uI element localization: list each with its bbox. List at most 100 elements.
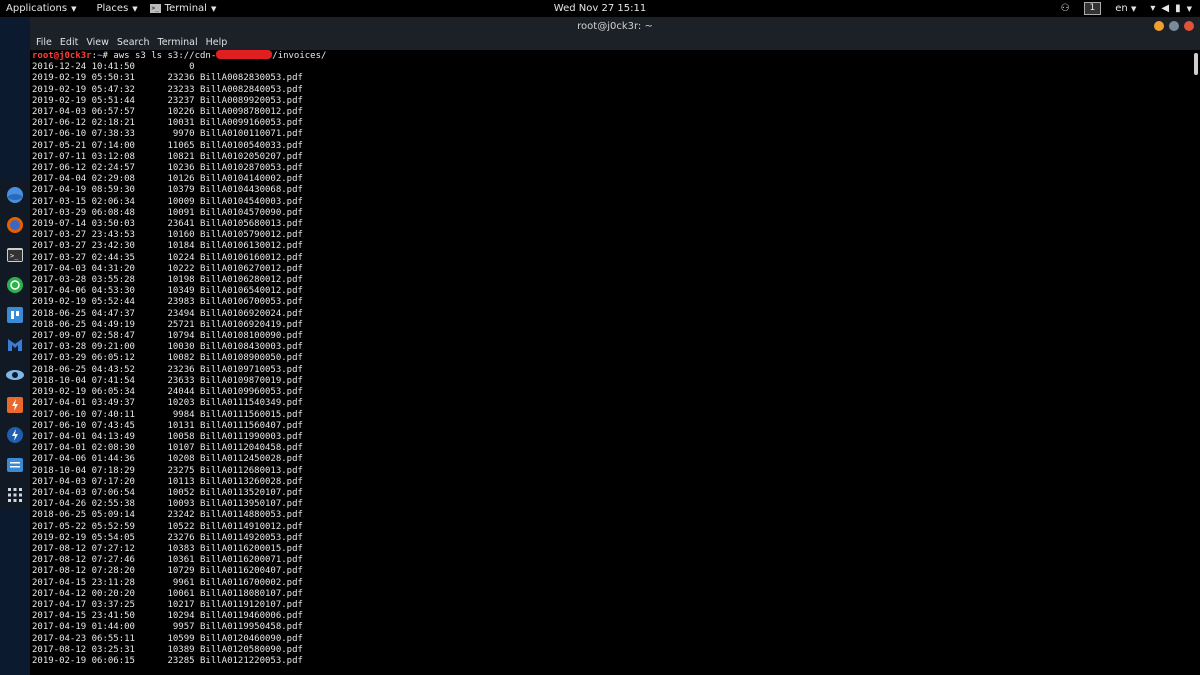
row-size: 23236	[134, 73, 195, 84]
volume-icon: ◀	[1161, 3, 1170, 14]
row-date: 2017-04-12 00:20:20	[32, 588, 135, 599]
row-date: 2017-05-22 05:52:59	[32, 521, 135, 532]
row-size: 0	[134, 62, 195, 73]
prompt-user: root@j0ck3r	[32, 51, 92, 61]
row-size: 9957	[134, 622, 195, 633]
row-filename: BillA0116200015.pdf	[194, 543, 303, 554]
window-menubar: File Edit View Search Terminal Help	[30, 35, 1200, 50]
row-date: 2017-04-26 02:55:38	[32, 499, 135, 510]
terminal-output[interactable]: root@j0ck3r:~# aws s3 ls s3://cdn-/invoi…	[30, 50, 1194, 675]
row-size: 10208	[134, 454, 195, 465]
menu-terminal[interactable]: Terminal	[158, 37, 198, 48]
listing-row: 2019-02-19 05:52:44 23983 BillA010670005…	[32, 297, 1194, 308]
maximize-button[interactable]	[1169, 21, 1179, 31]
workspace-indicator[interactable]: 1	[1083, 2, 1102, 15]
row-filename: BillA0121220053.pdf	[194, 655, 303, 666]
menu-search[interactable]: Search	[117, 37, 150, 48]
row-size: 23641	[134, 219, 195, 230]
row-date: 2018-06-25 04:43:52	[32, 364, 135, 375]
row-filename: BillA0116700002.pdf	[194, 577, 303, 588]
network-users-icon[interactable]: ⚇	[1061, 3, 1070, 14]
row-size: 10082	[134, 353, 195, 364]
row-date: 2017-05-21 07:14:00	[32, 140, 135, 151]
row-filename: BillA0120580090.pdf	[194, 644, 303, 655]
window-titlebar[interactable]: root@j0ck3r: ~	[30, 17, 1200, 35]
dock-item-settings[interactable]	[0, 450, 30, 480]
listing-row: 2017-04-03 06:57:57 10226 BillA009878001…	[32, 107, 1194, 118]
row-filename: BillA0109960053.pdf	[194, 387, 303, 398]
row-filename: BillA0108430003.pdf	[194, 342, 303, 353]
dock-item-app-grid[interactable]	[0, 480, 30, 510]
row-filename: BillA0104540003.pdf	[194, 196, 303, 207]
row-date: 2018-10-04 07:41:54	[32, 375, 135, 386]
dock-item-firefox[interactable]	[0, 210, 30, 240]
menu-edit[interactable]: Edit	[60, 37, 78, 48]
terminal-label: Terminal	[164, 3, 207, 14]
window-title: root@j0ck3r: ~	[577, 20, 653, 32]
scrollbar[interactable]	[1192, 50, 1200, 675]
menu-file[interactable]: File	[36, 37, 52, 48]
row-filename: BillA0100540033.pdf	[194, 140, 303, 151]
row-size: 23237	[134, 95, 195, 106]
listing-row: 2017-04-23 06:55:11 10599 BillA012046009…	[32, 634, 1194, 645]
dock-item-terminal[interactable]: >_	[0, 240, 30, 270]
row-date: 2017-09-07 02:58:47	[32, 331, 135, 342]
applications-menu[interactable]: Applications ▼	[0, 0, 82, 17]
row-date: 2017-06-10 07:43:45	[32, 420, 135, 431]
applications-label: Applications	[6, 3, 68, 14]
minimize-button[interactable]	[1154, 21, 1164, 31]
terminal-app-menu[interactable]: >_ Terminal ▼	[144, 0, 223, 17]
dock-item-burp[interactable]	[0, 390, 30, 420]
row-size: 10091	[134, 207, 195, 218]
row-size: 10729	[134, 566, 195, 577]
prompt-hash: #	[102, 51, 114, 61]
close-button[interactable]	[1184, 21, 1194, 31]
listing-row: 2018-10-04 07:18:29 23275 BillA011268001…	[32, 466, 1194, 477]
row-filename: BillA0118080107.pdf	[194, 588, 303, 599]
row-size: 10522	[134, 521, 195, 532]
menu-view[interactable]: View	[86, 37, 109, 48]
row-date: 2017-03-29 06:05:12	[32, 353, 135, 364]
row-size: 9984	[134, 409, 195, 420]
listing-row: 2017-06-10 07:40:11 9984 BillA0111560015…	[32, 410, 1194, 421]
listing-row: 2017-04-15 23:11:28 9961 BillA0116700002…	[32, 578, 1194, 589]
dock-item-browser[interactable]	[0, 180, 30, 210]
row-size: 10030	[134, 342, 195, 353]
dock-item-zap[interactable]	[0, 420, 30, 450]
row-date: 2018-06-25 04:47:37	[32, 308, 135, 319]
row-filename: BillA0106280012.pdf	[194, 275, 303, 286]
command-line: root@j0ck3r:~# aws s3 ls s3://cdn-/invoi…	[32, 50, 1194, 62]
row-size: 10294	[134, 611, 195, 622]
row-date: 2019-02-19 06:05:34	[32, 387, 135, 398]
status-area[interactable]: ▾ ◀ ▮ ▼	[1150, 3, 1192, 14]
listing-row: 2017-04-17 03:37:25 10217 BillA011912010…	[32, 600, 1194, 611]
places-menu[interactable]: Places ▼	[90, 0, 143, 17]
row-date: 2017-04-23 06:55:11	[32, 633, 135, 644]
listing-row: 2017-04-04 02:29:08 10126 BillA010414000…	[32, 174, 1194, 185]
dock-item-metasploit[interactable]	[0, 330, 30, 360]
row-date: 2019-02-19 05:47:32	[32, 84, 135, 95]
row-date: 2017-08-12 07:28:20	[32, 566, 135, 577]
language-selector[interactable]: en ▼	[1115, 3, 1136, 14]
row-filename: BillA0112040458.pdf	[194, 443, 303, 454]
menu-help[interactable]: Help	[206, 37, 228, 48]
listing-row: 2017-05-22 05:52:59 10522 BillA011491001…	[32, 522, 1194, 533]
dock-item-blue-square[interactable]	[0, 300, 30, 330]
row-filename: BillA0106130012.pdf	[194, 241, 303, 252]
row-filename: BillA0108900050.pdf	[194, 353, 303, 364]
scrollbar-thumb[interactable]	[1194, 53, 1198, 75]
row-size: 10379	[134, 185, 195, 196]
row-date: 2017-08-12 03:25:31	[32, 644, 135, 655]
command-text: aws s3 ls s3://cdn-	[113, 51, 217, 61]
row-size: 23275	[134, 465, 195, 476]
listing-row: 2017-08-12 07:27:46 10361 BillA011620007…	[32, 555, 1194, 566]
zap-icon	[7, 427, 23, 443]
row-filename: BillA0111560407.pdf	[194, 420, 303, 431]
command-suffix: /invoices/	[272, 51, 327, 61]
listing-row: 2017-03-29 06:08:48 10091 BillA010457009…	[32, 208, 1194, 219]
terminal-window: root@j0ck3r: ~ File Edit View Search Ter…	[30, 17, 1200, 675]
listing-row: 2017-08-12 07:27:12 10383 BillA011620001…	[32, 544, 1194, 555]
dock-item-green-app[interactable]	[0, 270, 30, 300]
row-filename: BillA0113520107.pdf	[194, 487, 303, 498]
dock-item-eye[interactable]	[0, 360, 30, 390]
